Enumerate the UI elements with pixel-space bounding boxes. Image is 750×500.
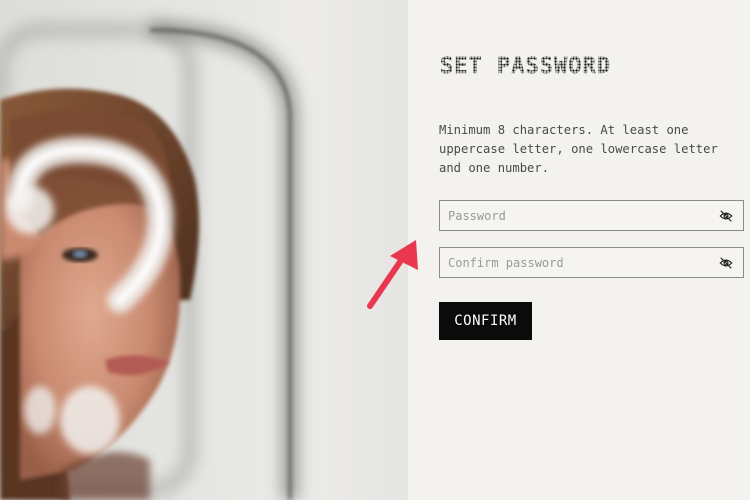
password-input[interactable] — [448, 208, 708, 223]
confirm-password-input[interactable] — [448, 255, 708, 270]
hero-photo — [0, 0, 408, 500]
portrait-image — [0, 22, 298, 500]
page-title: SET PASSWORD — [440, 54, 611, 79]
confirm-button[interactable]: CONFIRM — [439, 302, 532, 340]
confirm-password-field — [439, 247, 744, 278]
red-arrow-icon — [367, 240, 418, 309]
password-field — [439, 200, 744, 231]
eye-slash-icon[interactable] — [718, 255, 734, 271]
eye-slash-icon[interactable] — [718, 208, 734, 224]
password-requirements: Minimum 8 characters. At least one upper… — [439, 123, 718, 175]
